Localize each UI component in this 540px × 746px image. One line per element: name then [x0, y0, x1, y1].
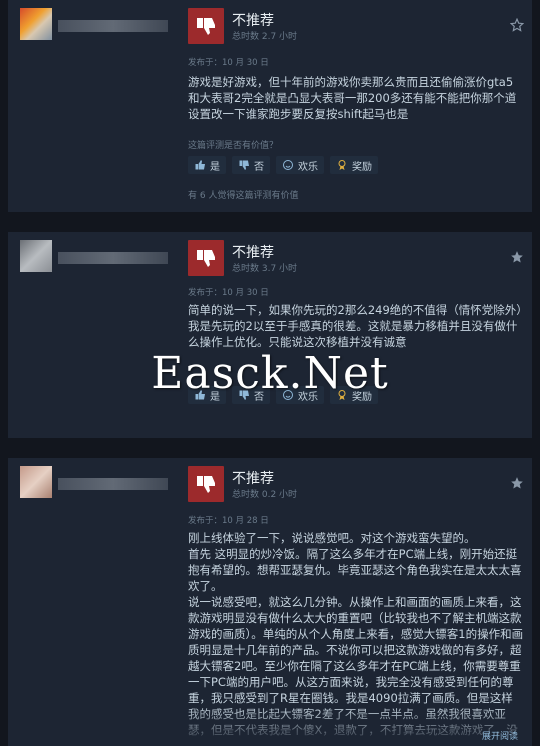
review-verdict: 不推荐 总时数 0.2 小时: [188, 466, 508, 502]
author-name-blurred[interactable]: [58, 20, 168, 32]
review-verdict: 不推荐 总时数 2.7 小时: [188, 8, 508, 44]
text-fade: [188, 706, 528, 746]
award-star-icon[interactable]: [510, 476, 524, 490]
award-star-icon[interactable]: [510, 18, 524, 32]
thumbs-down-icon: [188, 240, 224, 276]
review-text: 简单的说一下，如果你先玩的2那么249绝的不值得（情怀党除外）我是先玩的2以至于…: [188, 303, 523, 349]
vote-funny-button[interactable]: 欢乐: [276, 156, 324, 174]
post-date: 发布于：10 月 30 日: [188, 288, 269, 298]
watermark: Easck.Net: [151, 348, 389, 399]
vote-buttons: 是 否 欢乐 奖励: [188, 156, 378, 174]
vote-no-button[interactable]: 否: [232, 156, 270, 174]
post-date: 发布于：10 月 28 日: [188, 516, 269, 526]
playtime: 总时数 3.7 小时: [232, 264, 298, 274]
review-author[interactable]: [20, 240, 180, 280]
author-name-blurred[interactable]: [58, 252, 168, 264]
avatar[interactable]: [20, 240, 52, 272]
award-icon: [338, 160, 346, 170]
thumbs-down-icon: [188, 466, 224, 502]
author-name-blurred[interactable]: [58, 478, 168, 490]
helpful-question: 这篇评测是否有价值？: [188, 141, 279, 151]
thumbs-up-icon: [195, 160, 205, 170]
verdict-title: 不推荐: [232, 13, 274, 29]
verdict-title: 不推荐: [232, 471, 274, 487]
review-card: 不推荐 总时数 0.2 小时 发布于：10 月 28 日 刚上线体验了一下，说说…: [8, 458, 532, 746]
thumbs-down-icon: [188, 8, 224, 44]
review-text: 游戏是好游戏，但十年前的游戏你卖那么贵而且还偷偷涨价gta5和大表哥2完全就是凸…: [188, 75, 517, 121]
review-author[interactable]: [20, 466, 180, 506]
helpful-count: 有 6 人觉得这篇评测有价值: [188, 191, 299, 201]
verdict-title: 不推荐: [232, 245, 274, 261]
award-button[interactable]: 奖励: [330, 156, 378, 174]
expand-review-link[interactable]: 展开阅读: [482, 729, 518, 742]
review-verdict: 不推荐 总时数 3.7 小时: [188, 240, 508, 276]
award-star-icon[interactable]: [510, 250, 524, 264]
avatar[interactable]: [20, 8, 52, 40]
vote-yes-button[interactable]: 是: [188, 156, 226, 174]
avatar[interactable]: [20, 466, 52, 498]
smiley-icon: [283, 160, 293, 170]
review-card: 不推荐 总时数 3.7 小时 发布于：10 月 30 日 简单的说一下，如果你先…: [8, 232, 532, 438]
playtime: 总时数 2.7 小时: [232, 32, 298, 42]
review-author[interactable]: [20, 8, 180, 48]
playtime: 总时数 0.2 小时: [232, 490, 298, 500]
review-card: 不推荐 总时数 2.7 小时 发布于：10 月 30 日 游戏是好游戏，但十年前…: [8, 0, 532, 212]
post-date: 发布于：10 月 30 日: [188, 58, 269, 68]
thumbs-down-icon: [239, 160, 249, 170]
